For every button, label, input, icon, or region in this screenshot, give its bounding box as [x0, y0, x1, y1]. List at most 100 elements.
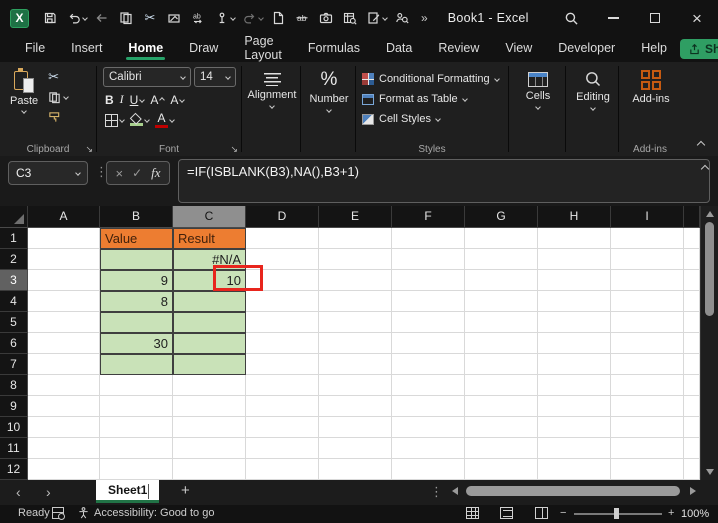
font-color-button[interactable]: A [155, 112, 175, 128]
cell-D7[interactable] [246, 354, 319, 375]
cell-I8[interactable] [611, 375, 684, 396]
scroll-left-icon[interactable] [452, 487, 458, 495]
cell-F5[interactable] [392, 312, 465, 333]
tab-home[interactable]: Home [115, 37, 176, 61]
cell-A4[interactable] [28, 291, 100, 312]
fill-color-button[interactable] [129, 112, 150, 126]
ribbon-cut-icon[interactable] [48, 69, 68, 85]
cell-H11[interactable] [538, 438, 611, 459]
cell-G12[interactable] [465, 459, 538, 480]
cell-C10[interactable] [173, 417, 246, 438]
cell-B7[interactable] [100, 354, 173, 375]
formula-input[interactable]: =IF(ISBLANK(B3),NA(),B3+1) [178, 159, 710, 203]
column-header-G[interactable]: G [465, 206, 538, 228]
row-header-7[interactable]: 7 [0, 354, 28, 375]
view-normal-button[interactable] [466, 507, 479, 519]
column-header-E[interactable]: E [319, 206, 392, 228]
cell-H2[interactable] [538, 249, 611, 270]
cell-I10[interactable] [611, 417, 684, 438]
cell-I11[interactable] [611, 438, 684, 459]
cell-A9[interactable] [28, 396, 100, 417]
view-page-layout-button[interactable] [500, 507, 513, 519]
cell-G6[interactable] [465, 333, 538, 354]
cell-E4[interactable] [319, 291, 392, 312]
cell-G4[interactable] [465, 291, 538, 312]
cell-styles-button[interactable]: Cell Styles [362, 109, 504, 129]
cell-B4[interactable]: 8 [100, 291, 173, 312]
cell-H6[interactable] [538, 333, 611, 354]
accessibility-status[interactable]: Accessibility: Good to go [78, 507, 214, 519]
number-button[interactable]: % Number [307, 67, 351, 113]
zoom-out-icon[interactable] [560, 507, 566, 519]
cell-E5[interactable] [319, 312, 392, 333]
cell-H12[interactable] [538, 459, 611, 480]
cell-I5[interactable] [611, 312, 684, 333]
cell-G11[interactable] [465, 438, 538, 459]
cell-I9[interactable] [611, 396, 684, 417]
italic-button[interactable]: I [120, 92, 124, 107]
scroll-right-icon[interactable] [690, 487, 696, 495]
cell-D10[interactable] [246, 417, 319, 438]
cell-F2[interactable] [392, 249, 465, 270]
tab-insert[interactable]: Insert [58, 37, 115, 61]
column-header-H[interactable]: H [538, 206, 611, 228]
row-header-12[interactable]: 12 [0, 459, 28, 480]
cell-B12[interactable] [100, 459, 173, 480]
bold-button[interactable]: B [105, 93, 114, 107]
cell-B10[interactable] [100, 417, 173, 438]
cell-F6[interactable] [392, 333, 465, 354]
cancel-icon[interactable] [115, 166, 123, 181]
cell-E7[interactable] [319, 354, 392, 375]
close-button[interactable] [676, 0, 718, 36]
cell-E12[interactable] [319, 459, 392, 480]
next-sheet-icon[interactable] [46, 483, 51, 501]
cell-A6[interactable] [28, 333, 100, 354]
select-all-corner[interactable] [0, 206, 28, 228]
column-header-B[interactable]: B [100, 206, 173, 228]
row-header-11[interactable]: 11 [0, 438, 28, 459]
cell-I12[interactable] [611, 459, 684, 480]
cell-C8[interactable] [173, 375, 246, 396]
insert-function-icon[interactable]: fx [151, 165, 160, 181]
cell-E3[interactable] [319, 270, 392, 291]
cell-B9[interactable] [100, 396, 173, 417]
zoom-in-icon[interactable] [668, 507, 674, 519]
font-dialog-launcher-icon[interactable] [230, 144, 238, 155]
column-header-A[interactable]: A [28, 206, 100, 228]
shrink-font-button[interactable]: A [170, 93, 186, 107]
share-button[interactable]: Share [679, 39, 718, 59]
cell-C5[interactable] [173, 312, 246, 333]
cell-H10[interactable] [538, 417, 611, 438]
row-header-2[interactable]: 2 [0, 249, 28, 270]
cell-G7[interactable] [465, 354, 538, 375]
cell-C9[interactable] [173, 396, 246, 417]
minimize-button[interactable] [592, 0, 634, 36]
tab-review[interactable]: Review [425, 37, 492, 61]
ink-picture-icon[interactable] [163, 6, 185, 30]
copy-icon[interactable] [115, 6, 137, 30]
cell-H3[interactable] [538, 270, 611, 291]
row-header-1[interactable]: 1 [0, 228, 28, 249]
paste-button[interactable]: Paste [6, 67, 42, 125]
row-header-6[interactable]: 6 [0, 333, 28, 354]
row-header-3[interactable]: 3 [0, 270, 28, 291]
format-painter-icon[interactable] [48, 109, 68, 125]
cell-C12[interactable] [173, 459, 246, 480]
sheetbar-options-icon[interactable] [430, 484, 443, 500]
addins-button[interactable]: Add-ins [625, 67, 677, 105]
cell-B3[interactable]: 9 [100, 270, 173, 291]
cell-F9[interactable] [392, 396, 465, 417]
row-header-4[interactable]: 4 [0, 291, 28, 312]
horizontal-scrollbar[interactable] [448, 483, 700, 500]
cells-button[interactable]: Cells [515, 67, 561, 110]
prev-sheet-icon[interactable] [16, 483, 21, 501]
cell-A1[interactable] [28, 228, 100, 249]
scroll-down-icon[interactable] [706, 469, 714, 475]
more-commands-icon[interactable] [415, 11, 434, 25]
cell-I4[interactable] [611, 291, 684, 312]
cell-D11[interactable] [246, 438, 319, 459]
cell-E11[interactable] [319, 438, 392, 459]
collapse-ribbon-icon[interactable] [696, 140, 706, 150]
editing-button[interactable]: Editing [572, 67, 614, 111]
cell-B2[interactable] [100, 249, 173, 270]
